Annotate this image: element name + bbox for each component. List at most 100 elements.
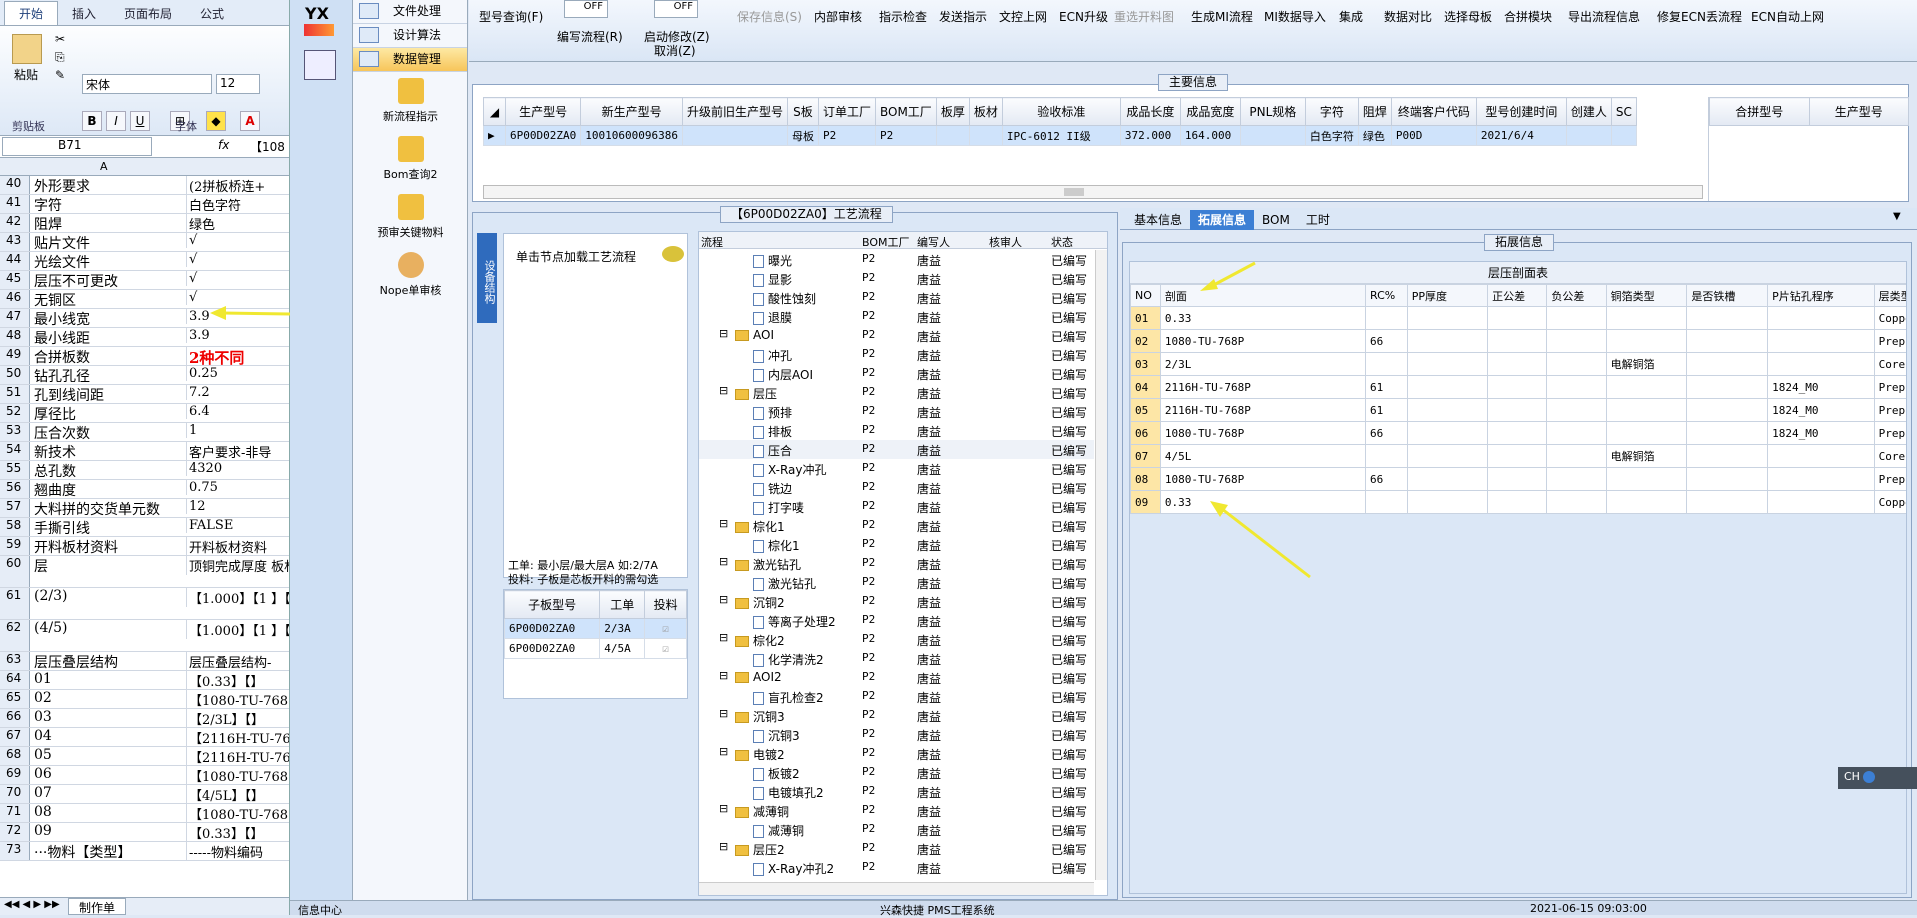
- laminate-cell[interactable]: Prepreg: [1873, 421, 1906, 445]
- tree-node[interactable]: 酸性蚀刻 P2 唐益 已编写: [699, 288, 1094, 307]
- ribbon-tab[interactable]: 页面布局: [110, 2, 186, 25]
- laminate-cell[interactable]: 0.33: [1159, 306, 1367, 330]
- cell-a[interactable]: 06: [34, 766, 184, 782]
- row-number[interactable]: 73: [0, 842, 30, 860]
- ext-tab[interactable]: BOM: [1254, 210, 1298, 230]
- tree-node[interactable]: 棕化1 P2 唐益 已编写: [699, 535, 1094, 554]
- font-name-select[interactable]: 宋体: [82, 74, 212, 94]
- laminate-cell[interactable]: 07: [1130, 444, 1161, 468]
- row-number[interactable]: 49: [0, 347, 30, 365]
- laminate-cell[interactable]: Core: [1873, 352, 1906, 376]
- cell-a[interactable]: 压合次数: [34, 423, 184, 443]
- feed-checkbox[interactable]: ☑: [644, 638, 687, 659]
- cell-b[interactable]: 【4/5L】【】: [186, 785, 289, 804]
- formula-input[interactable]: 【108: [250, 138, 285, 155]
- column-header[interactable]: 成品长度: [1119, 97, 1181, 126]
- laminate-cell[interactable]: 1080-TU-768P: [1159, 421, 1367, 445]
- cell-b[interactable]: 顶铜完成厚度 板材类型--DK-: [186, 556, 289, 575]
- tree-column-header[interactable]: BOM工厂: [862, 234, 910, 250]
- font-color-button[interactable]: A: [240, 111, 260, 131]
- laminate-cell[interactable]: Copper: [1873, 306, 1906, 330]
- laminate-cell[interactable]: [1767, 490, 1875, 514]
- toolbar-button[interactable]: 合拼模块: [1504, 8, 1552, 25]
- laminate-cell[interactable]: [1767, 329, 1875, 353]
- tree-node[interactable]: 曝光 P2 唐益 已编写: [699, 250, 1094, 269]
- tree-hscrollbar[interactable]: [699, 882, 1094, 895]
- column-header[interactable]: 阻焊: [1357, 97, 1392, 126]
- row-number[interactable]: 47: [0, 309, 30, 327]
- expand-icon[interactable]: ⊟: [719, 745, 728, 758]
- tree-node[interactable]: ⊟ 层压 P2 唐益 已编写: [699, 383, 1094, 402]
- column-header[interactable]: 生产型号: [504, 97, 582, 126]
- tree-node[interactable]: 激光钻孔 P2 唐益 已编写: [699, 573, 1094, 592]
- format-painter-icon[interactable]: ✎: [55, 68, 65, 82]
- fx-icon[interactable]: fx: [218, 138, 229, 152]
- tree-column-header[interactable]: 状态: [1051, 234, 1073, 250]
- toolbar-button[interactable]: 取消(Z): [654, 42, 696, 59]
- laminate-row[interactable]: 052116H-TU-768P61 1824_M0Prepreg: [1130, 398, 1906, 422]
- sub-cell[interactable]: 4/5A: [599, 638, 646, 659]
- cell-b[interactable]: 客户要求-非导: [186, 442, 289, 461]
- grid-cell[interactable]: IPC-6012 II级: [1001, 125, 1121, 146]
- tree-node[interactable]: X-Ray冲孔 P2 唐益 已编写: [699, 459, 1094, 478]
- laminate-cell[interactable]: 03: [1130, 352, 1161, 376]
- toolbar-button[interactable]: 选择母板: [1444, 8, 1492, 25]
- laminate-cell[interactable]: [1546, 421, 1607, 445]
- tree-node[interactable]: 沉铜3 P2 唐益 已编写: [699, 725, 1094, 744]
- cell-a[interactable]: 总孔数: [34, 461, 184, 481]
- row-number[interactable]: 72: [0, 823, 30, 841]
- tree-node[interactable]: 显影 P2 唐益 已编写: [699, 269, 1094, 288]
- ime-widget[interactable]: CH: [1838, 767, 1917, 789]
- laminate-cell[interactable]: [1605, 329, 1688, 353]
- ext-tab[interactable]: 拓展信息: [1190, 210, 1255, 230]
- ribbon-tab[interactable]: 公式: [186, 2, 238, 25]
- laminate-row[interactable]: 021080-TU-768P66 Prepreg: [1130, 329, 1906, 353]
- row-number[interactable]: 70: [0, 785, 30, 803]
- laminate-cell[interactable]: [1487, 421, 1548, 445]
- laminate-cell[interactable]: 1080-TU-768P: [1159, 467, 1367, 491]
- laminate-row[interactable]: 042116H-TU-768P61 1824_M0Prepreg: [1130, 375, 1906, 399]
- laminate-cell[interactable]: [1487, 444, 1548, 468]
- laminate-cell[interactable]: [1487, 352, 1548, 376]
- cell-b[interactable]: √: [186, 252, 289, 267]
- row-number[interactable]: 50: [0, 366, 30, 384]
- row-number[interactable]: 40: [0, 176, 30, 194]
- row-number[interactable]: 65: [0, 690, 30, 708]
- cell-a[interactable]: 07: [34, 785, 184, 801]
- laminate-cell[interactable]: 2116H-TU-768P: [1159, 398, 1367, 422]
- grid-cell[interactable]: [681, 125, 788, 146]
- tool-label[interactable]: Nope单审核: [353, 282, 468, 298]
- laminate-cell[interactable]: [1546, 444, 1607, 468]
- column-header[interactable]: SC: [1610, 97, 1637, 126]
- laminate-cell[interactable]: [1406, 444, 1489, 468]
- laminate-cell[interactable]: [1546, 398, 1607, 422]
- cell-a[interactable]: (4/5): [34, 620, 184, 636]
- laminate-column-header[interactable]: RC%: [1365, 284, 1408, 307]
- expand-icon[interactable]: ⊟: [719, 555, 728, 568]
- nav-item[interactable]: 数据管理: [353, 48, 467, 72]
- row-number[interactable]: 56: [0, 480, 30, 498]
- laminate-cell[interactable]: 电解铜箔: [1605, 444, 1688, 468]
- cell-a[interactable]: 手撕引线: [34, 518, 184, 538]
- expand-icon[interactable]: ⊟: [719, 384, 728, 397]
- ribbon-tab[interactable]: 插入: [58, 2, 110, 25]
- cell-a[interactable]: 贴片文件: [34, 233, 184, 253]
- row-number[interactable]: 55: [0, 461, 30, 479]
- laminate-cell[interactable]: Prepreg: [1873, 398, 1906, 422]
- laminate-cell[interactable]: [1406, 421, 1489, 445]
- row-number[interactable]: 42: [0, 214, 30, 232]
- sub-column-header[interactable]: 工单: [599, 590, 646, 619]
- laminate-cell[interactable]: Prepreg: [1873, 375, 1906, 399]
- tree-node[interactable]: 电镀填孔2 P2 唐益 已编写: [699, 782, 1094, 801]
- expand-icon[interactable]: ⊟: [719, 631, 728, 644]
- cell-b[interactable]: -----物料编码: [186, 842, 289, 861]
- laminate-column-header[interactable]: 铜箔类型: [1605, 284, 1688, 307]
- laminate-cell[interactable]: [1487, 490, 1548, 514]
- column-header[interactable]: 验收标准: [1001, 97, 1121, 126]
- tree-node[interactable]: ⊟ 沉铜3 P2 唐益 已编写: [699, 706, 1094, 725]
- laminate-cell[interactable]: [1365, 352, 1408, 376]
- grid-cell[interactable]: 372.000: [1119, 125, 1181, 146]
- help-icon[interactable]: [1863, 771, 1876, 783]
- tree-node[interactable]: 冲孔 P2 唐益 已编写: [699, 345, 1094, 364]
- cell-a[interactable]: 外形要求: [34, 176, 184, 196]
